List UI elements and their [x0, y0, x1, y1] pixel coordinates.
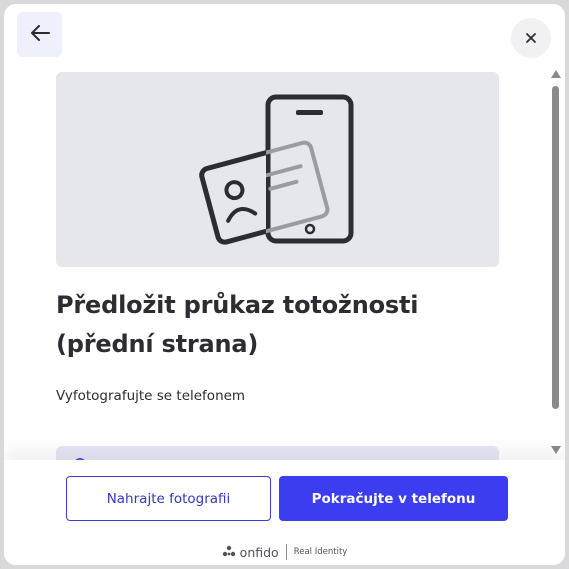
footer-actions: Nahrajte fotografii Pokračujte v telefon… — [4, 460, 565, 565]
page-subtitle: Vyfotografujte se telefonem — [56, 388, 246, 404]
document-capture-modal: Předložit průkaz totožnosti (přední stra… — [4, 4, 565, 565]
page-title: Předložit průkaz totožnosti (přední stra… — [56, 291, 419, 358]
close-button[interactable] — [511, 18, 551, 58]
close-icon — [525, 29, 537, 48]
scroll-thumb[interactable] — [552, 86, 559, 409]
continue-on-phone-button[interactable]: Pokračujte v telefonu — [279, 476, 508, 521]
scrollbar[interactable] — [549, 70, 563, 460]
back-button[interactable] — [17, 12, 62, 57]
onfido-logo-icon — [222, 545, 235, 557]
brand-name: onfido — [239, 544, 279, 560]
brand-tagline: Real Identity — [293, 547, 348, 557]
phone-with-id-card-illustration — [199, 94, 354, 245]
scroll-down-arrow-icon[interactable] — [551, 446, 561, 454]
hero-illustration-panel — [56, 72, 499, 267]
onfido-logo: onfido — [222, 545, 279, 560]
arrow-left-icon — [30, 24, 50, 45]
branding: onfido Real Identity — [4, 542, 565, 562]
upload-photo-button[interactable]: Nahrajte fotografii — [66, 476, 271, 521]
scroll-up-arrow-icon[interactable] — [551, 70, 561, 78]
brand-divider — [285, 544, 287, 560]
